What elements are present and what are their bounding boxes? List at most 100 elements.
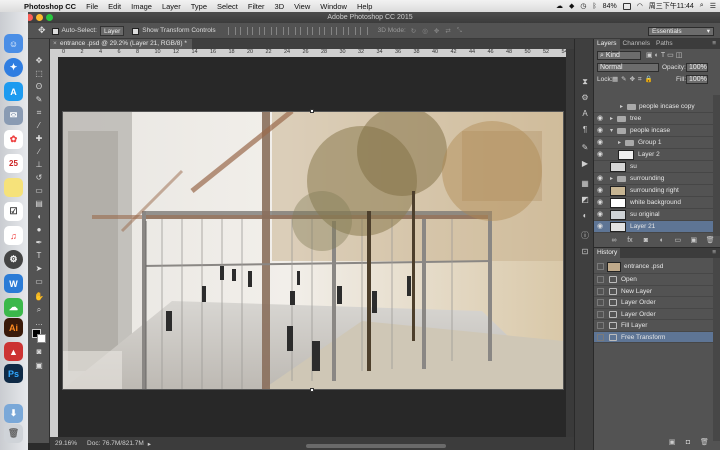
history-source-checkbox[interactable] xyxy=(597,333,604,341)
gradient-tool-icon[interactable]: ▤ xyxy=(32,198,46,209)
quick-mask-icon[interactable]: ◙ xyxy=(32,346,46,357)
layer-filter-icons[interactable]: ▣◐T▭◫ xyxy=(646,51,712,60)
align-top-icon[interactable] xyxy=(227,26,236,35)
trash-icon[interactable]: 🗑 xyxy=(4,424,23,443)
wifi-icon[interactable]: ◠ xyxy=(637,2,643,10)
history-source-checkbox[interactable] xyxy=(597,263,604,270)
more-tools-icon[interactable]: … xyxy=(32,317,46,328)
new-layer-icon[interactable]: ▣ xyxy=(690,237,698,245)
history-state[interactable]: Layer Order xyxy=(594,309,713,320)
tab-channels[interactable]: Channels xyxy=(620,39,653,49)
image-canvas[interactable] xyxy=(62,111,564,390)
collapse-arrow-icon[interactable]: ▸ xyxy=(618,139,621,146)
fill-input[interactable]: 100% xyxy=(686,75,708,84)
link-layers-icon[interactable]: ∞ xyxy=(610,237,618,245)
background-color-swatch[interactable] xyxy=(37,334,46,343)
creative-cloud-icon[interactable]: ☁ xyxy=(556,2,563,10)
menu-type[interactable]: Type xyxy=(191,2,207,11)
new-group-icon[interactable]: ▭ xyxy=(674,237,682,245)
photoshop-icon[interactable]: Ps xyxy=(4,364,23,383)
workspace-switcher[interactable]: Essentials ▾ xyxy=(648,27,714,36)
3d-scale-icon[interactable]: ⤡ xyxy=(457,27,462,35)
actions-panel-icon[interactable]: ▶ xyxy=(580,159,590,169)
layer-row-white-background[interactable]: ◉ white background xyxy=(594,197,713,209)
layer-row-group-1[interactable]: ◉ ▸ Group 1 xyxy=(594,137,713,149)
clock[interactable]: 周三下午11:44 xyxy=(649,1,694,11)
illustrator-icon[interactable]: Ai xyxy=(4,318,23,337)
quick-selection-tool-icon[interactable]: ✎ xyxy=(32,94,46,105)
navigator-panel-icon[interactable]: ⊡ xyxy=(580,247,590,257)
calendar-icon[interactable]: 25 xyxy=(4,154,23,173)
distribute-left-icon[interactable] xyxy=(335,26,344,35)
crop-tool-icon[interactable]: ⌗ xyxy=(32,107,46,118)
visibility-eye-icon[interactable]: ◉ xyxy=(597,115,605,123)
layer-row-surrounding-right[interactable]: ◉ surrounding right xyxy=(594,185,713,197)
visibility-eye-icon[interactable]: ◉ xyxy=(597,139,605,147)
history-source-checkbox[interactable] xyxy=(597,310,604,318)
3d-slide-icon[interactable]: ⇄ xyxy=(445,27,450,35)
move-tool-preset-icon[interactable]: ✥ xyxy=(38,25,46,36)
layer-style-icon[interactable]: fx xyxy=(626,237,634,245)
layer-row-people-incase[interactable]: ◉ ▾ people incase xyxy=(594,125,713,137)
properties-panel-icon[interactable]: ⚙ xyxy=(580,93,590,103)
minimize-window-button[interactable] xyxy=(36,14,43,21)
chevron-right-icon[interactable]: ▸ xyxy=(148,440,151,448)
downloads-folder-icon[interactable]: ⬇ xyxy=(4,404,23,423)
visibility-eye-icon[interactable]: ◉ xyxy=(597,211,605,219)
collapse-arrow-icon[interactable]: ▸ xyxy=(620,103,623,110)
history-snapshot[interactable]: entrance .psd xyxy=(594,260,713,274)
3d-rotate-icon[interactable]: ↻ xyxy=(411,27,416,35)
eraser-tool-icon[interactable]: ▭ xyxy=(32,185,46,196)
screen-mode-icon[interactable]: ▣ xyxy=(32,360,46,371)
tab-paths[interactable]: Paths xyxy=(653,39,676,49)
menu-help[interactable]: Help xyxy=(357,2,372,11)
panel-menu-icon[interactable]: ≡ xyxy=(712,248,716,258)
styles-panel-icon[interactable]: ◩ xyxy=(580,195,590,205)
close-tab-icon[interactable]: × xyxy=(53,39,57,49)
menu-3d[interactable]: 3D xyxy=(275,2,285,11)
distribute-vcenter-icon[interactable] xyxy=(311,26,320,35)
marquee-tool-icon[interactable]: ⬚ xyxy=(32,68,46,79)
zoom-level[interactable]: 29.16% xyxy=(55,440,77,447)
move-tool-icon[interactable]: ✥ xyxy=(32,55,46,66)
history-state[interactable]: Fill Layer xyxy=(594,320,713,332)
stamp-app-icon[interactable]: ✉ xyxy=(4,106,23,125)
snapshot-camera-icon[interactable]: ◘ xyxy=(684,439,692,447)
brush-tool-icon[interactable]: ∕ xyxy=(32,146,46,157)
safari-icon[interactable]: ✦ xyxy=(4,58,23,77)
app-store-icon[interactable]: A xyxy=(4,82,23,101)
time-machine-icon[interactable]: ◷ xyxy=(580,2,586,10)
lasso-tool-icon[interactable]: ʘ xyxy=(32,81,46,92)
reminders-icon[interactable]: ☑ xyxy=(4,202,23,221)
document-tab[interactable]: × entrance .psd @ 29.2% (Layer 21, RGB/8… xyxy=(50,39,192,49)
wechat-icon[interactable]: ☁ xyxy=(4,298,23,317)
notification-center-icon[interactable]: ☰ xyxy=(710,2,716,10)
paragraph-panel-icon[interactable]: ¶ xyxy=(580,125,590,135)
history-state[interactable]: Layer Order xyxy=(594,297,713,309)
history-panel-icon[interactable]: ⧗ xyxy=(580,77,590,87)
rectangle-tool-icon[interactable]: ▭ xyxy=(32,276,46,287)
layers-scrollbar[interactable] xyxy=(713,95,720,236)
tab-layers[interactable]: Layers xyxy=(594,39,620,49)
history-source-checkbox[interactable] xyxy=(597,299,604,306)
history-source-checkbox[interactable] xyxy=(597,322,604,329)
distribute-right-icon[interactable] xyxy=(359,26,368,35)
history-brush-tool-icon[interactable]: ↺ xyxy=(32,172,46,183)
show-transform-checkbox[interactable] xyxy=(132,28,140,35)
layer-row-tree[interactable]: ◉ ▸ tree xyxy=(594,113,713,125)
type-tool-icon[interactable]: T xyxy=(32,250,46,261)
layer-row-layer-2[interactable]: ◉ Layer 2 xyxy=(594,149,713,161)
eyedropper-tool-icon[interactable]: ⁄ xyxy=(32,120,46,131)
brush-panel-icon[interactable]: ✎ xyxy=(580,143,590,153)
delete-state-icon[interactable]: 🗑 xyxy=(700,439,709,447)
lock-icons[interactable]: ▦✎✥⌗🔒 xyxy=(612,75,656,84)
distribute-bottom-icon[interactable] xyxy=(323,26,332,35)
itunes-icon[interactable]: ♫ xyxy=(4,226,23,245)
menu-file[interactable]: File xyxy=(86,2,98,11)
hand-tool-icon[interactable]: ✋ xyxy=(32,291,46,302)
system-preferences-icon[interactable]: ⚙ xyxy=(4,250,23,269)
layer-row-su-original[interactable]: ◉ su original xyxy=(594,209,713,221)
menu-view[interactable]: View xyxy=(294,2,310,11)
panel-menu-icon[interactable]: ≡ xyxy=(712,39,716,49)
vertical-scrollbar[interactable] xyxy=(566,49,574,437)
